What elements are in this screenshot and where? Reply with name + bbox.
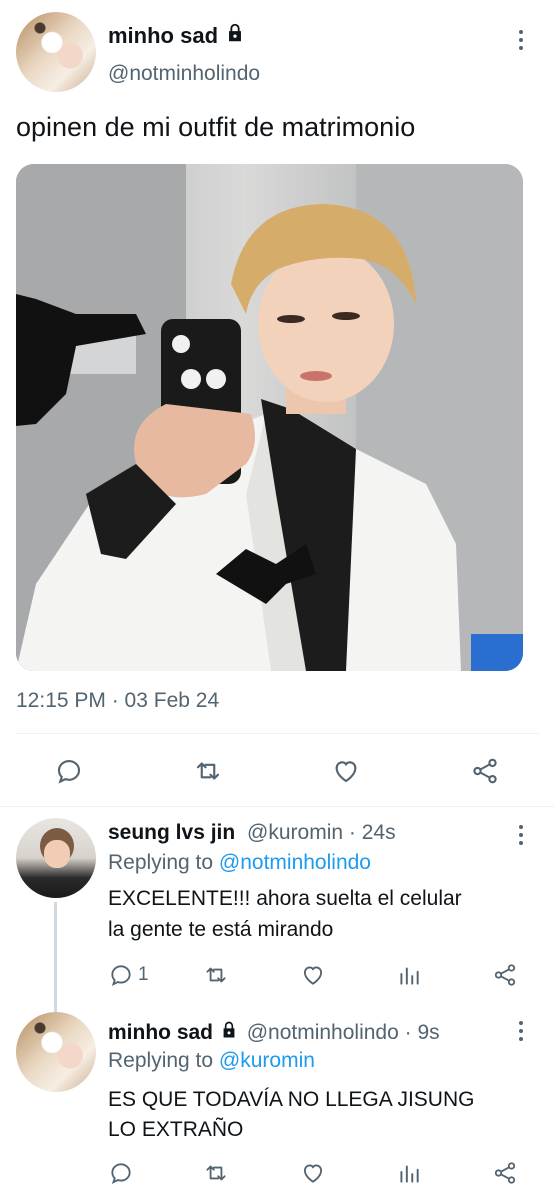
author-handle[interactable]: @notminholindo [108,62,260,86]
author-name: minho sad [108,23,219,48]
replying-to: Replying to @notminholindo [108,851,371,875]
reply-author-handle[interactable]: @kuromin [247,821,343,844]
lock-icon [229,23,242,42]
reply-author-name[interactable]: seung lvs jin [108,821,235,844]
lock-icon [223,1021,235,1038]
reply-header: minho sad @notminholindo · 9s [108,1020,440,1045]
analytics-icon[interactable] [396,962,422,988]
tweet-text: opinen de mi outfit de matrimonio [16,112,416,142]
reply-text-line-1: EXCELENTE!!! ahora suelta el celular [108,887,462,910]
author-avatar[interactable] [16,12,96,92]
reply-header: seung lvs jin @kuromin · 24s [108,821,396,845]
selfie-illustration [16,164,523,671]
share-icon[interactable] [470,756,500,786]
reply-icon[interactable] [108,962,134,988]
reply-action-bar: 1 [0,962,554,992]
retweet-icon[interactable] [202,1160,230,1186]
reply-count: 1 [138,964,149,985]
reply-time[interactable]: · 9s [405,1021,440,1044]
more-options-icon[interactable] [516,30,526,54]
reply-more-options-icon[interactable] [516,1021,526,1045]
retweet-icon[interactable] [192,756,224,786]
retweet-icon[interactable] [202,962,230,988]
reply-avatar[interactable] [16,1012,96,1092]
like-icon[interactable] [331,756,361,786]
replying-prefix: Replying to [108,1049,214,1072]
replying-to-handle[interactable]: @kuromin [219,1049,315,1072]
share-icon[interactable] [492,1160,518,1186]
tweet-action-bar [0,752,554,792]
reply-time[interactable]: · 24s [349,821,396,844]
tweet-photo[interactable] [16,164,523,671]
author-name-row[interactable]: minho sad [108,22,246,49]
like-icon[interactable] [300,962,326,988]
reply-text-line-2: LO EXTRAÑO [108,1118,244,1141]
share-icon[interactable] [492,962,518,988]
reply-author-handle[interactable]: @notminholindo [247,1021,399,1044]
reply-text-line-1: ES QUE TODAVÍA NO LLEGA JISUNG [108,1088,475,1111]
reply-text-line-2: la gente te está mirando [108,918,334,941]
reply-more-options-icon[interactable] [516,825,526,849]
analytics-icon[interactable] [396,1160,422,1186]
replying-prefix: Replying to [108,851,214,874]
replying-to: Replying to @kuromin [108,1049,315,1073]
section-divider [0,806,554,807]
reply-icon[interactable] [54,756,84,786]
tweet-timestamp[interactable]: 12:15 PM · 03 Feb 24 [16,689,219,713]
replying-to-handle[interactable]: @notminholindo [219,851,371,874]
thread-line [54,902,57,1012]
reply-avatar[interactable] [16,818,96,898]
reply-icon[interactable] [108,1160,134,1186]
reply-action-bar [0,1160,554,1190]
divider [16,733,539,734]
like-icon[interactable] [300,1160,326,1186]
reply-author-name[interactable]: minho sad [108,1021,213,1044]
